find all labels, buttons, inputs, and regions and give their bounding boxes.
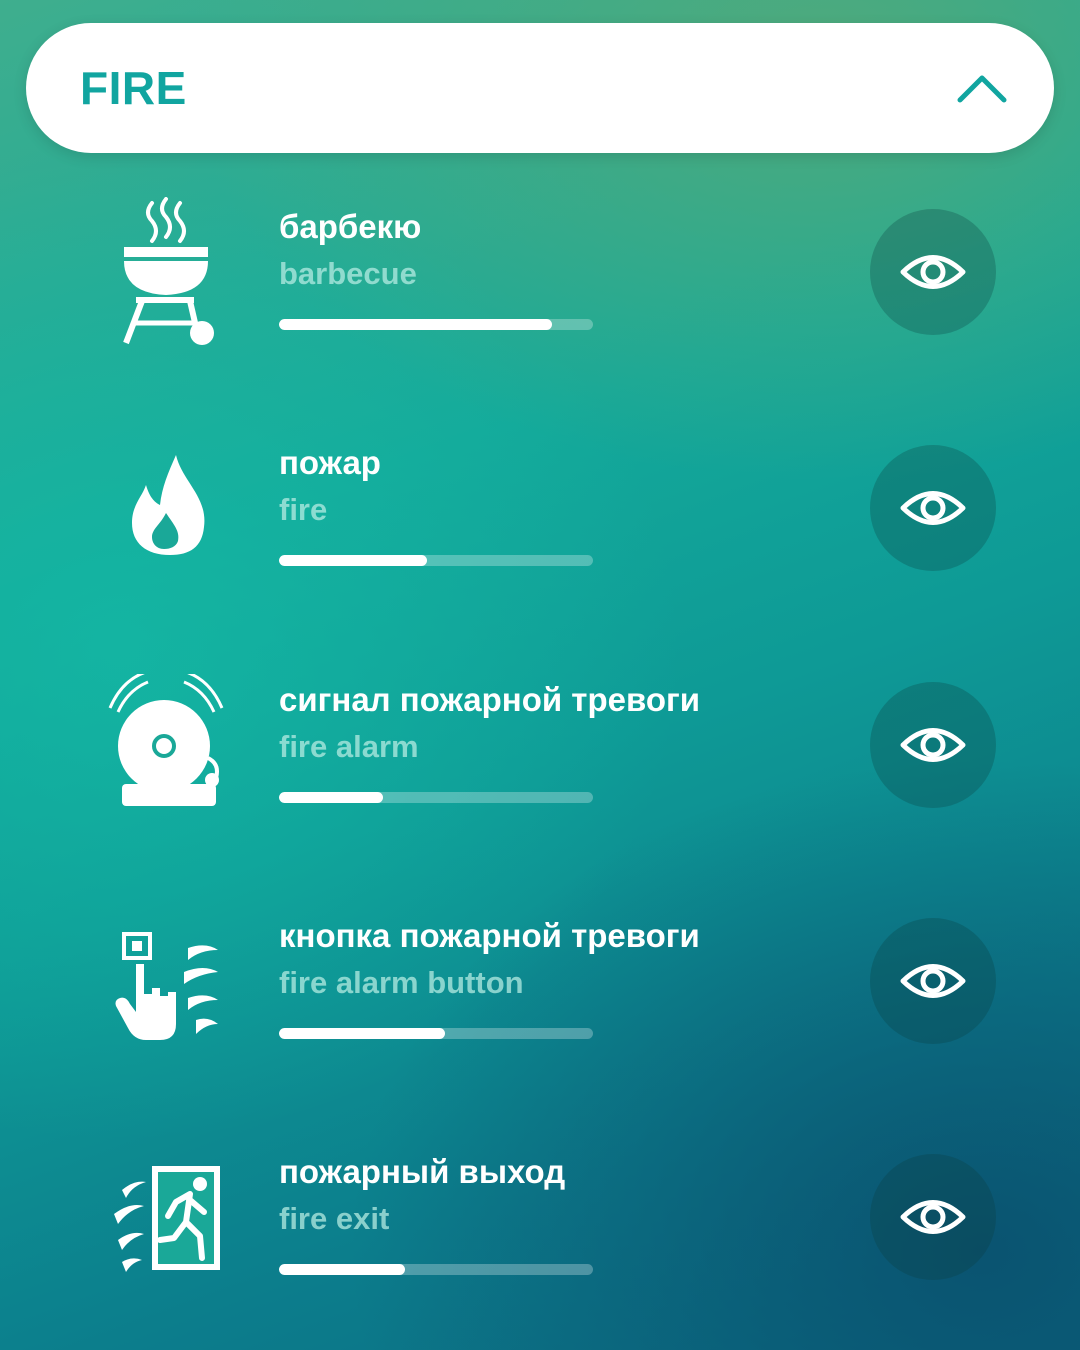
- progress-fill: [279, 1264, 405, 1275]
- eye-icon: [900, 728, 966, 762]
- category-header[interactable]: FIRE: [26, 23, 1054, 153]
- word-russian: кнопка пожарной тревоги: [279, 917, 700, 954]
- eye-button[interactable]: [870, 682, 996, 808]
- list-item: кнопка пожарной тревоги fire alarm butto…: [0, 914, 1080, 1114]
- word-english: barbecue: [279, 256, 417, 291]
- flame-icon: [104, 441, 228, 601]
- word-russian: сигнал пожарной тревоги: [279, 681, 701, 718]
- eye-button[interactable]: [870, 445, 996, 571]
- barbecue-grill-icon: [104, 197, 228, 357]
- progress-fill: [279, 1028, 446, 1039]
- eye-icon: [900, 964, 966, 998]
- word-russian: пожар: [279, 444, 381, 481]
- word-english: fire exit: [279, 1201, 390, 1236]
- eye-icon: [900, 1200, 966, 1234]
- progress-fill: [279, 792, 383, 803]
- list-item: сигнал пожарной тревоги fire alarm: [0, 670, 1080, 878]
- list-item: пожарный выход fire exit: [0, 1150, 1080, 1350]
- progress-fill: [279, 555, 427, 566]
- fire-exit-icon: [104, 1150, 228, 1310]
- progress-fill: [279, 319, 553, 330]
- progress-bar: [279, 1264, 593, 1275]
- word-english: fire: [279, 492, 328, 527]
- fire-alarm-button-icon: [104, 914, 228, 1074]
- eye-button[interactable]: [870, 209, 996, 335]
- progress-bar: [279, 792, 593, 803]
- chevron-up-icon[interactable]: [956, 72, 1008, 104]
- word-russian: барбекю: [279, 208, 422, 245]
- progress-bar: [279, 1028, 593, 1039]
- category-title: FIRE: [80, 62, 187, 114]
- progress-bar: [279, 319, 593, 330]
- eye-icon: [900, 491, 966, 525]
- word-english: fire alarm: [279, 729, 419, 764]
- fire-alarm-bell-icon: [104, 670, 228, 834]
- list-item: пожар fire: [0, 441, 1080, 641]
- eye-icon: [900, 255, 966, 289]
- word-russian: пожарный выход: [279, 1153, 566, 1190]
- eye-button[interactable]: [870, 1154, 996, 1280]
- word-english: fire alarm button: [279, 965, 524, 1000]
- progress-bar: [279, 555, 593, 566]
- list-item: барбекю barbecue: [0, 197, 1080, 405]
- eye-button[interactable]: [870, 918, 996, 1044]
